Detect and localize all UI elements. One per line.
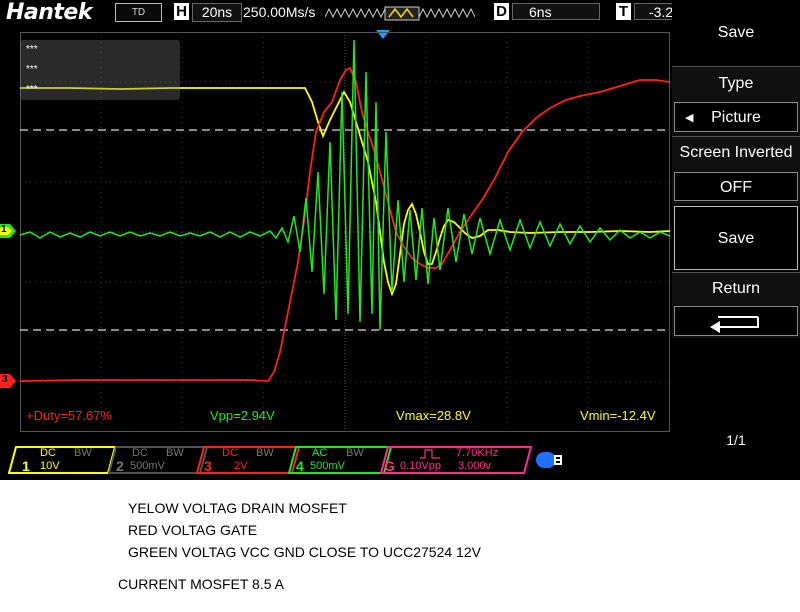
- note-current: CURRENT MOSFET 8.5 A: [118, 576, 284, 592]
- channel-status-bar: 1 DC BW 10V 2 DC BW 500mV 3 DC BW 2V 4 A…: [0, 440, 672, 480]
- type-label: Type: [718, 75, 754, 92]
- generator-offset: 3.000v: [458, 460, 492, 472]
- type-selector[interactable]: ◀ Picture: [674, 102, 798, 132]
- measurement-slot-1: ***: [26, 44, 38, 55]
- generator-amplitude: 0.10Vpp: [400, 460, 441, 472]
- status-bar: Hantek TD H 20ns 250.00Ms/s D 6ns T -3.2: [0, 0, 694, 25]
- usb-connection-icon: [536, 452, 562, 468]
- return-label: Return: [711, 280, 761, 297]
- horizontal-label: H: [174, 3, 189, 20]
- measurement-slot-3: ***: [26, 84, 38, 95]
- ch3-scale: 2V: [234, 460, 248, 472]
- ch1-marker-label: 1: [1, 224, 7, 235]
- sample-rate: 250.00Ms/s: [243, 4, 316, 20]
- readout-vmax: Vmax=28.8V: [396, 408, 471, 423]
- type-value: Picture: [711, 109, 761, 126]
- ch4-scale: 500mV: [310, 460, 345, 472]
- screen-inverted-label: Screen Inverted: [679, 144, 793, 161]
- note-red-gate: RED VOLTAG GATE: [128, 522, 258, 538]
- generator-status[interactable]: G 7.70KHz 0.10Vpp 3.000v: [380, 446, 532, 474]
- generator-frequency: 7.70KHz: [456, 447, 499, 459]
- ch1-status[interactable]: 1 DC BW 10V: [8, 446, 116, 474]
- memory-position-icon: [325, 6, 475, 21]
- ch1-number: 1: [22, 458, 30, 474]
- readout-vpp: Vpp=2.94V: [210, 408, 275, 423]
- brand-logo: Hantek: [6, 0, 93, 25]
- generator-label: G: [384, 458, 395, 474]
- timebase-mode: TD: [115, 3, 162, 22]
- ch4-number: 4: [296, 458, 304, 474]
- return-button[interactable]: [674, 306, 798, 336]
- ch3-marker-label: 3: [2, 374, 8, 385]
- ch3-status[interactable]: 3 DC BW 2V: [196, 446, 300, 474]
- save-button[interactable]: Save: [674, 206, 798, 270]
- ch1-ground-marker[interactable]: 1: [0, 224, 16, 238]
- measurement-slot-2: ***: [26, 64, 38, 75]
- ch3-coupling: DC: [222, 447, 238, 459]
- ch3-bw: BW: [256, 447, 274, 459]
- readout-vmin: Vmin=-12.4V: [580, 408, 656, 423]
- ch2-bw: BW: [166, 447, 184, 459]
- return-arrow-icon: [710, 316, 759, 333]
- menu-title: Save: [717, 24, 755, 41]
- ch1-coupling: DC: [40, 447, 56, 459]
- horizontal-scale[interactable]: 20ns: [192, 3, 242, 22]
- ch1-scale: 10V: [40, 460, 60, 472]
- left-arrow-icon: ◀: [685, 112, 694, 124]
- screen-inverted-toggle[interactable]: OFF: [674, 172, 798, 201]
- readout-duty: +Duty=57.67%: [26, 408, 113, 423]
- ch3-ground-marker[interactable]: 3: [0, 374, 16, 388]
- note-yellow-drain: YELOW VOLTAG DRAIN MOSFET: [128, 500, 347, 516]
- ch2-number: 2: [116, 458, 124, 474]
- ch1-bw: BW: [74, 447, 92, 459]
- ch3-number: 3: [204, 458, 212, 474]
- ch2-scale: 500mV: [130, 460, 165, 472]
- trigger-label: T: [616, 3, 631, 20]
- measurement-overlay: *** *** ***: [20, 40, 180, 100]
- side-menu: Save Type ◀ Picture Screen Inverted OFF …: [672, 0, 800, 480]
- delay-value[interactable]: 6ns: [512, 3, 600, 20]
- delay-label: D: [494, 3, 509, 20]
- ch4-status[interactable]: 4 AC BW 500mV: [288, 446, 392, 474]
- ch4-coupling: AC: [312, 447, 328, 459]
- ch2-status[interactable]: 2 DC BW 500mV: [108, 446, 208, 474]
- note-green-vcc: GREEN VOLTAG VCC GND CLOSE TO UCC27524 1…: [128, 544, 481, 560]
- oscilloscope-screenshot: Hantek TD H 20ns 250.00Ms/s D 6ns T -3.2: [0, 0, 800, 480]
- square-wave-icon: [420, 449, 440, 459]
- ch4-bw: BW: [346, 447, 364, 459]
- page-indicator: 1/1: [726, 432, 746, 448]
- ch2-coupling: DC: [132, 447, 148, 459]
